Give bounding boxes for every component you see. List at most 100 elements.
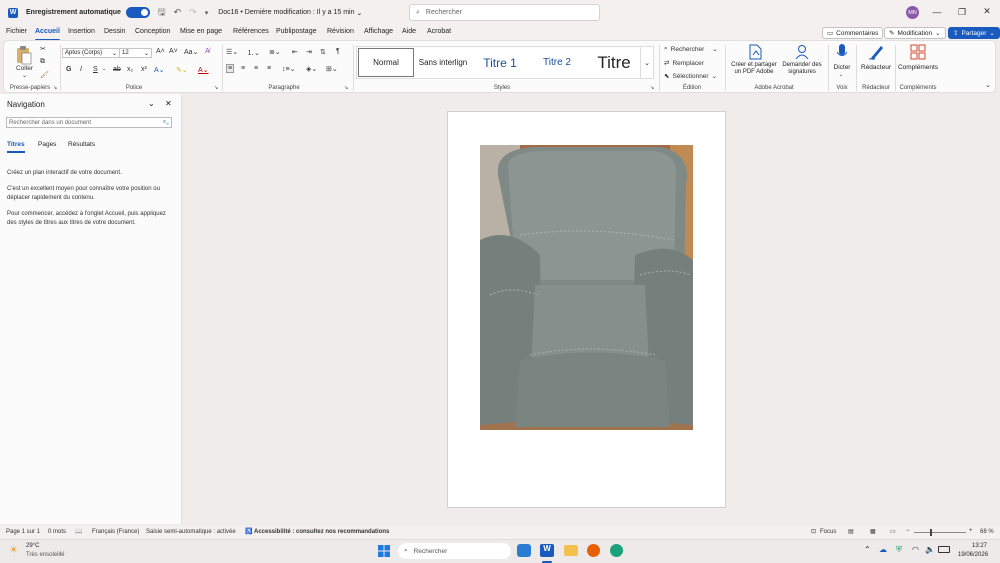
shading-icon[interactable]: ◈⌄ xyxy=(306,65,317,73)
language-status[interactable]: Français (France) xyxy=(92,529,139,535)
tab-fichier[interactable]: Fichier xyxy=(6,28,27,35)
cut-icon[interactable]: ✂ xyxy=(40,45,46,53)
minimize-icon[interactable]: — xyxy=(928,7,946,17)
font-color-icon[interactable]: A⌄ xyxy=(198,66,209,74)
volume-icon[interactable]: 🔈 xyxy=(925,545,935,554)
editor-button[interactable]: Rédacteur xyxy=(859,44,893,82)
print-layout-icon[interactable]: ▦ xyxy=(870,528,876,535)
nav-tab-pages[interactable]: Pages xyxy=(38,141,56,148)
multilevel-list-icon[interactable]: ≣⌄ xyxy=(269,48,281,56)
styles-more-icon[interactable]: ⌄ xyxy=(640,46,653,79)
nav-search-input[interactable]: Rechercher dans un document ⌕⌄ xyxy=(6,117,172,128)
autosave-toggle[interactable] xyxy=(125,7,150,18)
dialog-launcher-icon[interactable]: ↘ xyxy=(650,85,654,91)
tab-aide[interactable]: Aide xyxy=(402,28,416,35)
customize-toolbar-icon[interactable]: ▾ xyxy=(205,9,209,17)
shrink-font-icon[interactable]: A˅ xyxy=(169,48,178,55)
outlook-app-icon[interactable] xyxy=(517,544,531,557)
wifi-icon[interactable]: ◠ xyxy=(912,545,919,554)
dialog-launcher-icon[interactable]: ↘ xyxy=(214,85,218,91)
tab-references[interactable]: Références xyxy=(233,28,269,35)
dialog-launcher-icon[interactable]: ↘ xyxy=(53,85,57,91)
zoom-out-icon[interactable]: − xyxy=(906,528,910,534)
editing-mode-button[interactable]: ✎ Modification ⌄ xyxy=(884,27,946,39)
bullets-icon[interactable]: ☰⌄ xyxy=(226,48,238,56)
paste-button[interactable] xyxy=(15,45,33,65)
chevron-down-icon[interactable]: ⌄ xyxy=(102,66,106,72)
strikethrough-icon[interactable]: ab xyxy=(113,66,121,73)
text-effects-icon[interactable]: A⌄ xyxy=(154,66,165,74)
close-icon[interactable]: ✕ xyxy=(978,6,996,17)
select-button[interactable]: ⬉ Sélectionner ⌄ xyxy=(664,72,717,81)
file-explorer-icon[interactable] xyxy=(564,545,578,556)
taskbar-search[interactable]: ⌕ Rechercher xyxy=(398,543,511,559)
find-button[interactable]: ⌕ Rechercher ⌄ xyxy=(664,45,718,53)
nav-tab-results[interactable]: Résultats xyxy=(68,141,95,148)
increase-indent-icon[interactable]: ⇥ xyxy=(306,48,312,56)
tab-dessin[interactable]: Dessin xyxy=(104,28,125,35)
clock-time[interactable]: 13:27 xyxy=(972,543,987,549)
align-center-icon[interactable]: ≡ xyxy=(241,65,245,72)
redo-icon[interactable]: ↷ xyxy=(189,7,197,18)
firefox-icon[interactable] xyxy=(587,544,600,557)
restore-icon[interactable]: ❐ xyxy=(953,7,971,18)
save-icon[interactable]: 🖫 xyxy=(158,5,166,21)
copy-icon[interactable]: ⧉ xyxy=(40,58,45,66)
onedrive-icon[interactable]: ☁ xyxy=(879,545,887,554)
weather-condition[interactable]: Très ensoleillé xyxy=(26,552,64,558)
bold-button[interactable]: G xyxy=(66,66,71,73)
zoom-level[interactable]: 68 % xyxy=(980,529,994,535)
highlight-icon[interactable]: ✎⌄ xyxy=(176,66,188,74)
word-count[interactable]: 0 mots xyxy=(48,529,66,535)
focus-button[interactable]: Focus xyxy=(820,529,836,535)
autocomplete-status[interactable]: Saisie semi-automatique : activée xyxy=(146,529,236,535)
page-count[interactable]: Page 1 sur 1 xyxy=(6,529,40,535)
style-heading-1[interactable]: Titre 1 xyxy=(472,48,528,77)
windows-start-icon[interactable] xyxy=(378,545,390,557)
style-no-spacing[interactable]: Sans interlign xyxy=(415,48,471,77)
tab-affichage[interactable]: Affichage xyxy=(364,28,393,35)
underline-button[interactable]: S xyxy=(93,66,98,73)
zoom-slider[interactable] xyxy=(914,532,966,533)
create-pdf-button[interactable]: Créer et partager un PDF Adobe xyxy=(728,44,780,82)
web-layout-icon[interactable]: ▭ xyxy=(890,528,896,535)
replace-button[interactable]: ⇄ Remplacer xyxy=(664,59,704,68)
weather-temp[interactable]: 29°C xyxy=(26,543,39,549)
edge-icon[interactable] xyxy=(610,544,623,557)
decrease-indent-icon[interactable]: ⇤ xyxy=(292,48,298,56)
tab-acrobat[interactable]: Acrobat xyxy=(427,28,451,35)
chevron-down-icon[interactable]: ⌄ xyxy=(148,99,155,108)
align-left-icon[interactable]: ≡ xyxy=(226,64,235,73)
sort-icon[interactable]: ⇅ xyxy=(320,48,326,56)
line-spacing-icon[interactable]: ↕≡⌄ xyxy=(282,65,295,73)
proofing-icon[interactable]: 📖 xyxy=(75,528,82,535)
borders-icon[interactable]: ⊞⌄ xyxy=(326,65,338,73)
change-case-icon[interactable]: Aa⌄ xyxy=(184,48,198,56)
search-input[interactable]: ⌕ Rechercher xyxy=(409,4,600,21)
font-name-select[interactable]: Aptos (Corps) ⌄ xyxy=(62,48,120,58)
battery-icon[interactable] xyxy=(938,546,950,553)
read-mode-icon[interactable]: ▤ xyxy=(848,528,854,535)
nav-tab-headings[interactable]: Titres xyxy=(7,141,25,153)
avatar[interactable]: MN xyxy=(906,6,919,19)
tab-publipostage[interactable]: Publipostage xyxy=(276,28,316,35)
format-painter-icon[interactable]: 🖌 xyxy=(40,71,49,79)
inserted-photo-armchair[interactable] xyxy=(480,145,693,430)
request-signatures-button[interactable]: Demander des signatures xyxy=(778,44,826,82)
numbering-icon[interactable]: ⒈⌄ xyxy=(247,48,260,58)
style-title[interactable]: Titre xyxy=(586,48,642,77)
chevron-down-icon[interactable]: ⌄ xyxy=(22,72,27,79)
chevron-up-icon[interactable]: ⌃ xyxy=(864,545,871,554)
style-heading-2[interactable]: Titre 2 xyxy=(529,48,585,77)
align-right-icon[interactable]: ≡ xyxy=(254,65,258,72)
document-title[interactable]: Doc16 • Dernière modification : Il y a 1… xyxy=(218,9,354,16)
subscript-icon[interactable]: x₂ xyxy=(127,66,133,73)
italic-button[interactable]: I xyxy=(80,66,82,73)
superscript-icon[interactable]: x² xyxy=(141,66,147,73)
addins-button[interactable]: Compléments xyxy=(897,44,939,82)
show-marks-icon[interactable]: ¶ xyxy=(336,48,340,55)
zoom-in-icon[interactable]: + xyxy=(969,528,973,534)
tab-mise-en-page[interactable]: Mise en page xyxy=(180,28,222,35)
close-icon[interactable]: ✕ xyxy=(165,99,172,108)
tab-conception[interactable]: Conception xyxy=(135,28,170,35)
